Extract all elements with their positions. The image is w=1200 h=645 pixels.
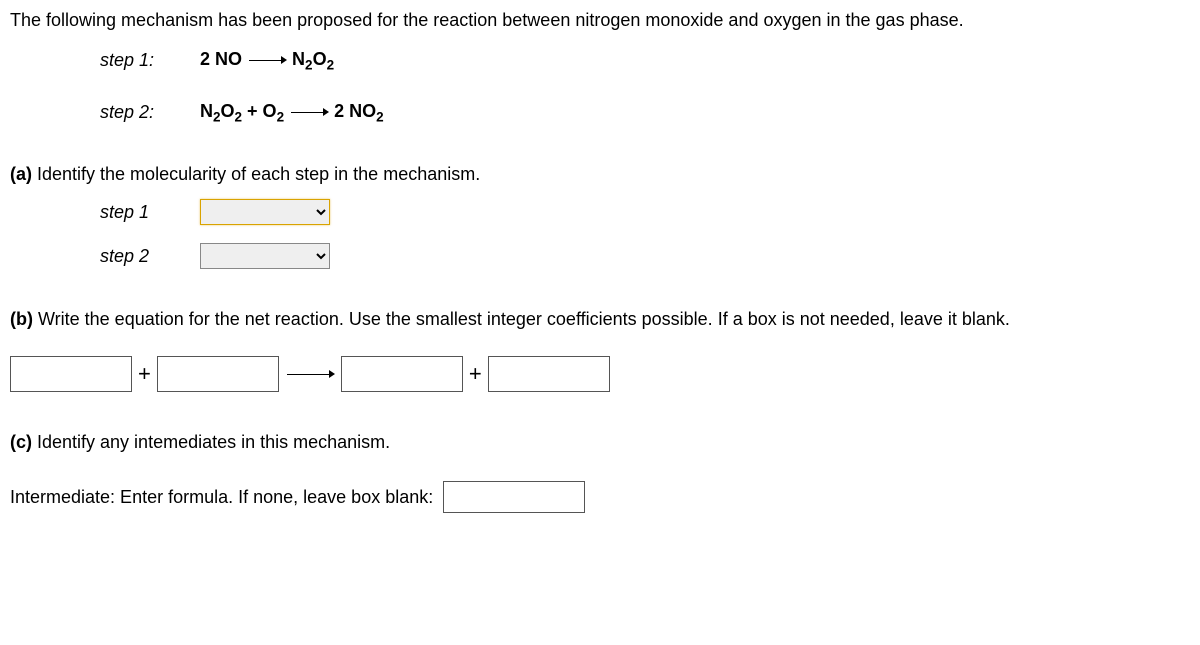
step-2-equation: N2O2 + O2 2 NO2 xyxy=(200,101,384,125)
plus-sign: + xyxy=(469,361,482,387)
s2-n: N xyxy=(200,101,213,121)
net-equation-row: + + xyxy=(10,356,1190,392)
part-b-section: (b) Write the equation for the net react… xyxy=(10,309,1190,392)
step1-rhs-n: N xyxy=(292,49,305,69)
s2-o: O xyxy=(221,101,235,121)
step-2-row: step 2: N2O2 + O2 2 NO2 xyxy=(100,101,1190,125)
step-1-row: step 1: 2 NO N2O2 xyxy=(100,49,1190,73)
plus-sign: + xyxy=(138,361,151,387)
part-a-step2-row: step 2 xyxy=(100,243,1190,269)
part-b-marker: (b) xyxy=(10,309,33,329)
part-a-step2-label: step 2 xyxy=(100,246,200,267)
step-2-label: step 2: xyxy=(100,102,200,123)
s2-sub1: 2 xyxy=(213,109,221,124)
part-a-section: (a) Identify the molecularity of each st… xyxy=(10,164,1190,269)
s2-sub3: 2 xyxy=(277,109,285,124)
s2-rhs: 2 NO xyxy=(334,101,376,121)
s2-sub2: 2 xyxy=(235,109,243,124)
step-1-label: step 1: xyxy=(100,50,200,71)
reactant-2-input[interactable] xyxy=(157,356,279,392)
part-b-prompt: Write the equation for the net reaction.… xyxy=(33,309,1010,329)
part-c-prompt: Identify any intemediates in this mechan… xyxy=(32,432,390,452)
reaction-arrow-icon xyxy=(285,364,335,384)
product-2-input[interactable] xyxy=(488,356,610,392)
part-a-step1-row: step 1 xyxy=(100,199,1190,225)
part-c-section: (c) Identify any intemediates in this me… xyxy=(10,432,1190,513)
step-1-equation: 2 NO N2O2 xyxy=(200,49,334,73)
part-c-marker: (c) xyxy=(10,432,32,452)
intermediate-row: Intermediate: Enter formula. If none, le… xyxy=(10,481,1190,513)
step1-lhs: 2 NO xyxy=(200,49,242,69)
step1-rhs-sub1: 2 xyxy=(305,58,313,73)
intermediate-label: Intermediate: Enter formula. If none, le… xyxy=(10,487,433,508)
step2-molecularity-select[interactable] xyxy=(200,243,330,269)
step1-rhs-o: O xyxy=(313,49,327,69)
part-a-step1-label: step 1 xyxy=(100,202,200,223)
part-a-prompt: Identify the molecularity of each step i… xyxy=(32,164,480,184)
intro-text: The following mechanism has been propose… xyxy=(10,10,1190,31)
s2-rhs-sub: 2 xyxy=(376,109,384,124)
step1-molecularity-select[interactable] xyxy=(200,199,330,225)
part-a-marker: (a) xyxy=(10,164,32,184)
product-1-input[interactable] xyxy=(341,356,463,392)
reactant-1-input[interactable] xyxy=(10,356,132,392)
intermediate-input[interactable] xyxy=(443,481,585,513)
s2-plus: + O xyxy=(242,101,277,121)
step1-rhs-sub2: 2 xyxy=(327,58,335,73)
